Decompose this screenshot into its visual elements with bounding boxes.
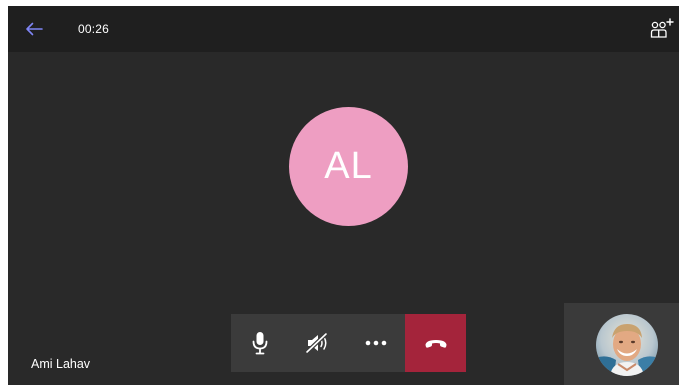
hang-up-button[interactable] [405,314,466,372]
self-video-preview[interactable] [564,303,679,385]
more-options-button[interactable] [347,314,405,372]
speaker-muted-icon [305,332,328,354]
microphone-icon [252,332,268,355]
self-avatar [596,314,658,376]
call-window: 00:26 AL Ami Lahav [8,6,679,385]
participant-initials: AL [324,145,373,187]
speaker-button[interactable] [289,314,347,372]
back-arrow-icon [26,22,43,36]
hang-up-icon [425,340,446,348]
back-button[interactable] [22,17,46,41]
microphone-button[interactable] [231,314,289,372]
call-timer: 00:26 [78,22,110,36]
add-people-button[interactable] [647,16,677,42]
add-people-icon [650,18,674,38]
more-options-icon [365,340,387,346]
participant-name: Ami Lahav [31,357,91,371]
call-controls [231,314,466,372]
self-photo [596,314,658,376]
participant-avatar: AL [289,107,408,226]
top-bar: 00:26 [8,6,679,52]
